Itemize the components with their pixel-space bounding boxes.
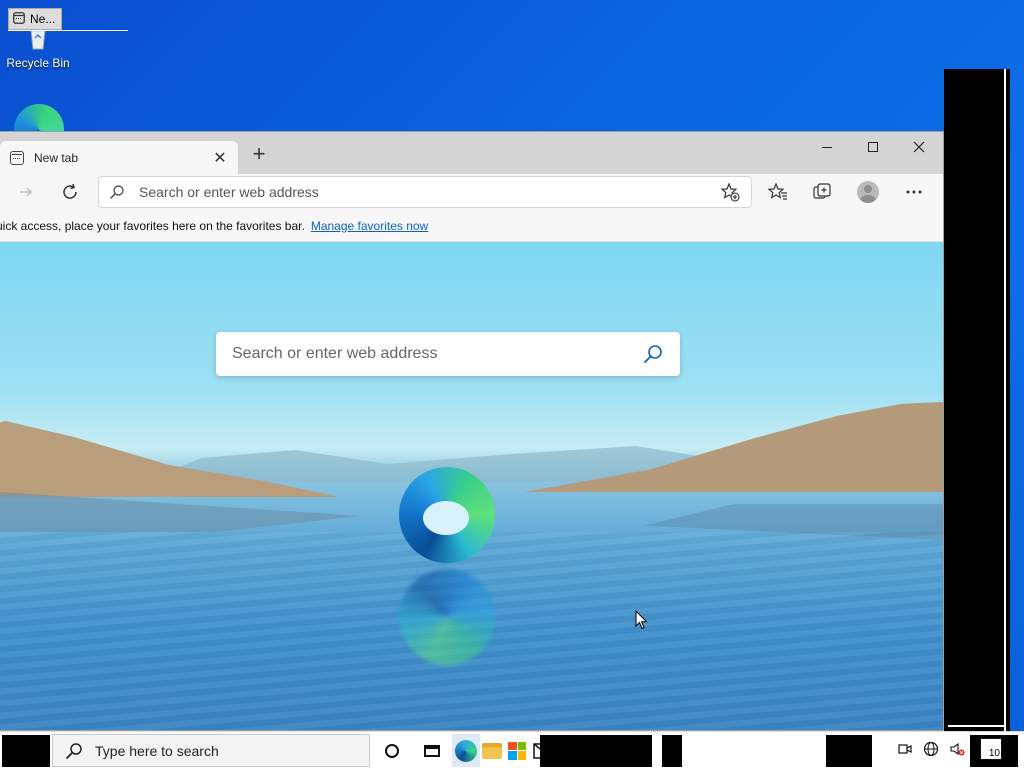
redacted-taskbar-area-3 (826, 735, 872, 767)
forward-button[interactable] (12, 178, 40, 206)
taskbar: Type here to search 10 (0, 731, 1024, 768)
more-menu-button[interactable] (902, 180, 926, 204)
forward-arrow-icon (20, 187, 33, 197)
task-view-button[interactable] (412, 734, 452, 767)
new-tab-icon (10, 150, 24, 165)
taskbar-edge[interactable] (452, 734, 480, 767)
task-view-icon (424, 744, 440, 757)
meet-now-icon[interactable] (896, 742, 914, 759)
search-icon (109, 185, 124, 200)
taskbar-store[interactable] (504, 734, 530, 767)
cortana-icon (385, 743, 399, 758)
tab-title: New tab (34, 150, 79, 165)
collections-button[interactable] (810, 180, 834, 204)
favorites-button[interactable] (766, 180, 790, 204)
search-icon[interactable] (642, 343, 664, 365)
edge-logo-reflection (399, 569, 495, 665)
cursor-icon (635, 609, 648, 630)
title-bar[interactable]: New tab ✕ + (0, 132, 943, 174)
maximize-button[interactable] (850, 132, 896, 162)
system-tray (896, 734, 966, 767)
edge-icon (455, 739, 477, 762)
more-icon (906, 190, 922, 194)
taskbar-apps (372, 734, 558, 767)
redacted-taskbar-area-2 (662, 735, 682, 767)
address-placeholder: Search or enter web address (139, 184, 319, 200)
tab-icon (13, 11, 25, 27)
desktop-icon-edge[interactable] (14, 104, 66, 132)
close-window-button[interactable] (896, 132, 942, 162)
recycle-bin-label: Recycle Bin (6, 56, 70, 70)
volume-muted-icon[interactable] (948, 741, 966, 760)
close-tab-icon[interactable]: ✕ (212, 148, 228, 168)
favorites-bar: uick access, place your favorites here o… (0, 210, 943, 242)
profile-icon (857, 181, 879, 203)
favorites-bar-message: uick access, place your favorites here o… (0, 218, 305, 233)
edge-icon (14, 104, 64, 132)
collections-icon (813, 183, 831, 199)
mouse-cursor (635, 609, 649, 635)
refresh-button[interactable] (56, 178, 84, 206)
network-icon[interactable] (922, 741, 940, 760)
browser-toolbar: Search or enter web address (0, 174, 943, 210)
preview-underline (8, 30, 128, 31)
minimize-button[interactable] (804, 132, 850, 162)
tab-new-tab[interactable]: New tab ✕ (0, 141, 238, 174)
panel-edge (1004, 69, 1006, 731)
new-tab-page: Search or enter web address (0, 242, 943, 730)
add-favorite-button[interactable] (718, 180, 742, 204)
notification-center-button[interactable]: 10 (980, 738, 1002, 760)
profile-button[interactable] (856, 180, 880, 204)
cortana-button[interactable] (372, 734, 412, 767)
taskbar-search-placeholder: Type here to search (95, 742, 219, 759)
redacted-panel (944, 69, 1010, 731)
maximize-icon (868, 142, 878, 152)
taskbar-file-explorer[interactable] (480, 734, 504, 767)
redacted-taskbar-area (540, 735, 652, 767)
start-button[interactable] (2, 735, 50, 767)
taskbar-preview-tab[interactable]: Ne... (8, 8, 63, 30)
close-icon (913, 141, 925, 153)
manage-favorites-link[interactable]: Manage favorites now (311, 219, 428, 233)
background-shore-left (0, 492, 360, 532)
store-icon (508, 741, 526, 760)
browser-window: New tab ✕ + Search or enter web address (0, 131, 944, 731)
new-tab-button[interactable]: + (248, 143, 270, 166)
minimize-icon (822, 146, 832, 148)
preview-tab-label: Ne... (30, 12, 56, 26)
notification-count: 10 (988, 748, 1000, 759)
folder-icon (482, 742, 502, 759)
search-icon (65, 742, 82, 759)
taskbar-search-box[interactable]: Type here to search (52, 734, 370, 767)
page-search-placeholder: Search or enter web address (232, 345, 438, 362)
star-plus-icon (720, 182, 740, 202)
page-search-box[interactable]: Search or enter web address (216, 332, 680, 376)
edge-logo-icon (399, 467, 495, 563)
panel-bottom-edge (948, 725, 1004, 727)
address-bar[interactable]: Search or enter web address (98, 176, 752, 208)
favorites-icon (768, 182, 787, 200)
refresh-icon (63, 183, 77, 199)
